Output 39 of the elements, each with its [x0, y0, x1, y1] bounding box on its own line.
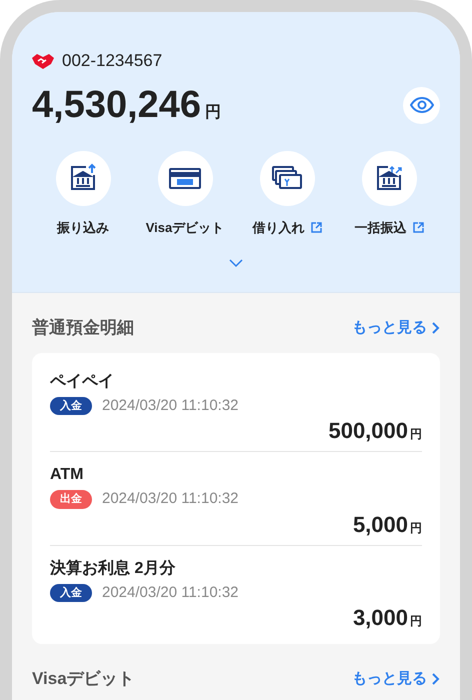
action-label: 一括振込 [354, 218, 406, 236]
account-number: 002-1234567 [62, 50, 162, 72]
transaction-datetime: 2024/03/20 11:10:32 [102, 489, 239, 509]
transaction-datetime: 2024/03/20 11:10:32 [102, 582, 239, 602]
action-label: 借り入れ [252, 218, 304, 236]
action-button[interactable]: 借り入れ [236, 150, 338, 237]
more-link[interactable]: もっと見る [352, 316, 440, 339]
transaction-name: ペイペイ [50, 372, 115, 392]
transaction-badge: 入金 [50, 584, 92, 602]
action-label: 振り込み [57, 218, 109, 236]
transaction-badge: 出金 [50, 490, 92, 508]
transaction-badge: 入金 [50, 396, 92, 415]
transaction-amount: 500,000 [328, 417, 408, 445]
transaction-unit: 円 [410, 613, 422, 630]
transaction-amount: 5,000 [352, 510, 408, 538]
section-title: Visaデビット [32, 668, 135, 690]
external-link-icon [412, 222, 424, 233]
transaction-unit: 円 [410, 520, 422, 536]
visibility-toggle[interactable] [403, 86, 440, 124]
transaction-amount: 3,000 [352, 604, 408, 632]
section-title: 普通預金明細 [32, 317, 134, 339]
bank-multi-upload-icon [374, 163, 404, 193]
bank-upload-icon [68, 163, 98, 193]
action-button[interactable]: 一括振込 [338, 150, 440, 237]
chevron-right-icon [431, 672, 440, 686]
transaction-name: ATM [50, 465, 84, 485]
more-link[interactable]: もっと見る [352, 668, 440, 690]
transaction-datetime: 2024/03/20 11:10:32 [102, 396, 239, 416]
chevron-right-icon [431, 320, 440, 335]
transaction-unit: 円 [410, 426, 422, 443]
external-link-icon [310, 222, 322, 233]
action-button[interactable]: Visaデビット [134, 150, 236, 237]
balance-amount: 4,530,246 [32, 86, 202, 124]
action-label: Visaデビット [146, 218, 224, 236]
balance-unit: 円 [205, 102, 222, 122]
chevron-down-icon[interactable] [229, 259, 243, 268]
transaction-name: 決算お利息 2月分 [50, 558, 176, 578]
eye-icon [410, 97, 434, 113]
action-button[interactable]: 振り込み [32, 150, 134, 237]
